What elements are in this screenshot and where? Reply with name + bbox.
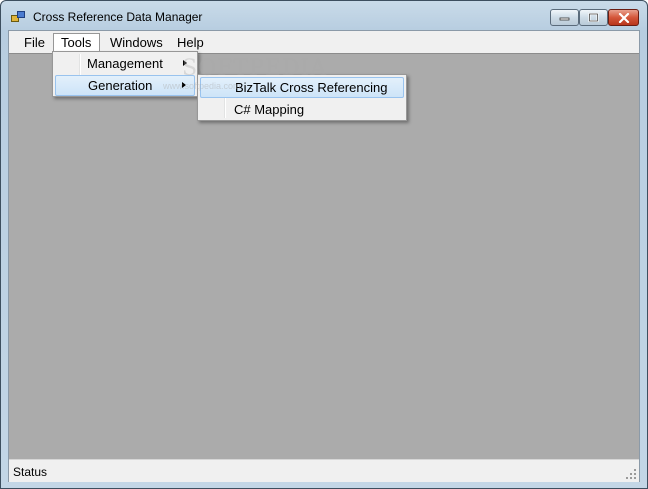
menu-bar: File Tools Windows Help [9, 31, 639, 53]
window-title: Cross Reference Data Manager [33, 10, 203, 24]
status-bar: Status [9, 459, 639, 482]
maximize-button[interactable] [579, 9, 608, 26]
menu-item-label: Management [87, 56, 163, 71]
title-bar[interactable]: Cross Reference Data Manager [1, 1, 647, 31]
minimize-button[interactable] [550, 9, 579, 26]
app-window: Cross Reference Data Manager File Tools … [0, 0, 648, 489]
close-icon [618, 12, 629, 23]
submenu-arrow-icon [182, 82, 186, 88]
submenu-arrow-icon [183, 60, 187, 66]
maximize-icon [588, 13, 599, 22]
minimize-icon [559, 17, 570, 21]
menu-item-management[interactable]: Management [55, 53, 195, 74]
menu-item-label: BizTalk Cross Referencing [235, 80, 388, 95]
menu-item-label: C# Mapping [234, 102, 305, 117]
menu-file[interactable]: File [17, 33, 52, 52]
menu-windows[interactable]: Windows [103, 33, 170, 52]
resize-grip-icon[interactable] [625, 468, 637, 480]
app-icon[interactable] [11, 11, 25, 23]
menu-item-label: Generation [88, 78, 153, 93]
menu-tools[interactable]: Tools [53, 33, 100, 52]
tools-dropdown: Management Generation [52, 51, 198, 97]
menu-item-csharp-mapping[interactable]: C# Mapping [200, 99, 404, 120]
close-button[interactable] [608, 9, 639, 26]
generation-submenu: BizTalk Cross Referencing C# Mapping [197, 74, 407, 121]
menu-item-biztalk-cross-referencing[interactable]: BizTalk Cross Referencing [200, 77, 404, 98]
status-label: Status [13, 465, 48, 479]
menu-item-generation[interactable]: Generation [55, 75, 195, 96]
menu-help[interactable]: Help [170, 33, 211, 52]
